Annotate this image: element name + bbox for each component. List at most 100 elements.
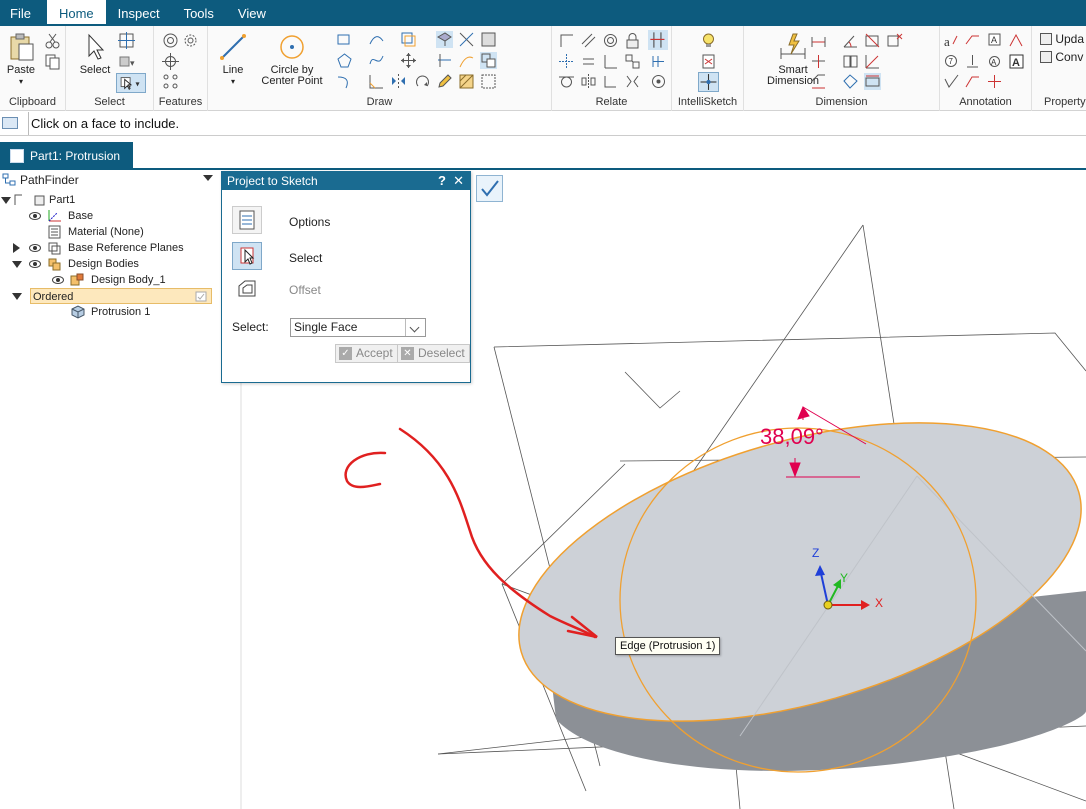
pencil-icon[interactable] [436, 73, 453, 90]
paste-dropdown-icon[interactable]: ▾ [19, 76, 23, 87]
expand-ordered-icon[interactable] [12, 293, 22, 300]
tree-item-base-reference-planes[interactable]: Base Reference Planes [0, 240, 210, 256]
select-step-button[interactable] [232, 242, 262, 270]
dimension-remove-icon[interactable] [886, 32, 903, 49]
balloon-icon[interactable]: 7 [943, 53, 960, 70]
tree-item-base[interactable]: Base [0, 208, 210, 224]
menu-file[interactable]: File [0, 0, 47, 26]
horizontal-vertical-icon[interactable] [558, 53, 575, 70]
offset-icon[interactable] [400, 31, 417, 48]
maintain-relations-icon[interactable] [648, 30, 668, 50]
expand-reference-planes-icon[interactable] [13, 243, 20, 253]
menu-home[interactable]: Home [46, 0, 106, 26]
leader-icon[interactable] [964, 32, 981, 49]
point-feature-icon[interactable] [162, 53, 179, 70]
accept-check-button[interactable] [476, 175, 503, 202]
concentric-icon[interactable] [602, 32, 619, 49]
chevron-down-icon[interactable] [405, 319, 425, 336]
construction-icon[interactable] [480, 73, 497, 90]
tangent-arc-icon[interactable] [336, 73, 353, 90]
lock-icon[interactable] [624, 32, 641, 49]
center-mark-icon[interactable] [986, 73, 1003, 90]
gear-feature-icon[interactable] [182, 32, 199, 49]
tangent-icon[interactable] [558, 73, 575, 90]
include-icon[interactable] [480, 52, 497, 69]
box-select-icon[interactable]: ▾ [118, 53, 135, 70]
tree-item-protrusion-1[interactable]: Protrusion 1 [0, 304, 210, 320]
tree-item-material[interactable]: Material (None) [0, 224, 210, 240]
pattern-feature-icon[interactable] [162, 73, 179, 90]
intellisketch-options-icon[interactable] [700, 53, 717, 70]
datum-icon[interactable] [964, 53, 981, 70]
mirror-icon[interactable] [390, 73, 407, 90]
tree-item-part1[interactable]: Part1 [0, 192, 210, 208]
dimension-axis-icon[interactable] [864, 73, 881, 90]
copy-icon[interactable] [44, 53, 61, 70]
document-tab-part1[interactable]: Part1: Protrusion [0, 142, 133, 170]
project-to-sketch-icon[interactable] [436, 31, 453, 48]
circle-center-button[interactable]: Circle by Center Point [256, 32, 328, 87]
curve-icon[interactable] [368, 52, 385, 69]
symmetric-diameter-icon[interactable] [810, 53, 827, 70]
distance-between-icon[interactable] [810, 32, 827, 49]
expand-design-bodies-icon[interactable] [12, 261, 22, 268]
arc-icon[interactable] [368, 31, 385, 48]
split-icon[interactable] [458, 52, 475, 69]
update-button[interactable]: Upda [1040, 32, 1084, 46]
rotate-icon[interactable] [414, 73, 431, 90]
parallel-icon[interactable] [580, 32, 597, 49]
angle-between-icon[interactable] [842, 32, 859, 49]
polygon-icon[interactable] [336, 52, 353, 69]
select-mode-dropdown[interactable]: Single Face [290, 318, 426, 337]
help-button[interactable]: ? [438, 172, 446, 190]
chamfer-icon[interactable] [368, 73, 385, 90]
tree-item-design-body-1[interactable]: Design Body_1 [0, 272, 210, 288]
visibility-eye-icon[interactable] [29, 212, 41, 220]
coordinate-dimension-icon[interactable] [864, 32, 881, 49]
paste-button[interactable]: Paste ▾ [4, 32, 38, 87]
accept-button[interactable]: ✓ Accept [335, 344, 398, 363]
trim-icon[interactable] [458, 31, 475, 48]
relationship-assistant-icon[interactable] [650, 73, 667, 90]
angle-dimension-value[interactable]: 38,09° [760, 424, 824, 450]
fill-icon[interactable] [480, 31, 497, 48]
expand-part1-icon[interactable] [1, 197, 11, 204]
rigid-set-icon[interactable] [624, 53, 641, 70]
selection-filter-icon[interactable]: ▾ [116, 73, 146, 93]
tree-item-ordered[interactable]: Ordered [30, 288, 212, 304]
dimension-style-icon[interactable] [842, 73, 859, 90]
visibility-eye-icon[interactable] [52, 276, 64, 284]
text-edit-icon[interactable]: a [943, 32, 960, 49]
coordinate-angle-icon[interactable] [842, 53, 859, 70]
line-tool-button[interactable]: Line ▾ [216, 32, 250, 87]
collinear-icon[interactable] [602, 73, 619, 90]
angular-coordinate-icon[interactable] [864, 53, 881, 70]
menu-tools[interactable]: Tools [172, 0, 226, 26]
edge-condition-icon[interactable] [964, 73, 981, 90]
weld-symbol-icon[interactable]: A [986, 53, 1003, 70]
visibility-eye-icon[interactable] [29, 244, 41, 252]
offset-step-button[interactable] [232, 275, 262, 303]
balloon-text-icon[interactable]: A [986, 32, 1003, 49]
intellisketch-snap-icon[interactable] [698, 72, 719, 92]
rectangle-icon[interactable] [336, 31, 353, 48]
relationship-handles-icon[interactable] [650, 53, 667, 70]
chamfer-dimension-icon[interactable] [810, 73, 827, 90]
convert-button[interactable]: Conv [1040, 50, 1083, 64]
connect-icon[interactable] [558, 32, 575, 49]
symmetric-axis-icon[interactable] [624, 73, 641, 90]
text-box-icon[interactable]: A [1008, 53, 1025, 70]
line-dropdown-icon[interactable]: ▾ [231, 76, 235, 87]
perpendicular-icon[interactable] [602, 53, 619, 70]
hatch-icon[interactable] [458, 73, 475, 90]
deselect-button[interactable]: ✕ Deselect [397, 344, 470, 363]
hole-feature-icon[interactable] [162, 32, 179, 49]
feature-control-icon[interactable] [1008, 32, 1025, 49]
close-button[interactable]: ✕ [453, 172, 464, 190]
crosshair-select-icon[interactable] [118, 32, 135, 49]
select-tool-button[interactable]: Select [78, 32, 112, 76]
prompt-bar-icon[interactable] [2, 117, 18, 129]
equal-icon[interactable] [580, 53, 597, 70]
menu-inspect[interactable]: Inspect [106, 0, 172, 26]
menu-view[interactable]: View [226, 0, 278, 26]
